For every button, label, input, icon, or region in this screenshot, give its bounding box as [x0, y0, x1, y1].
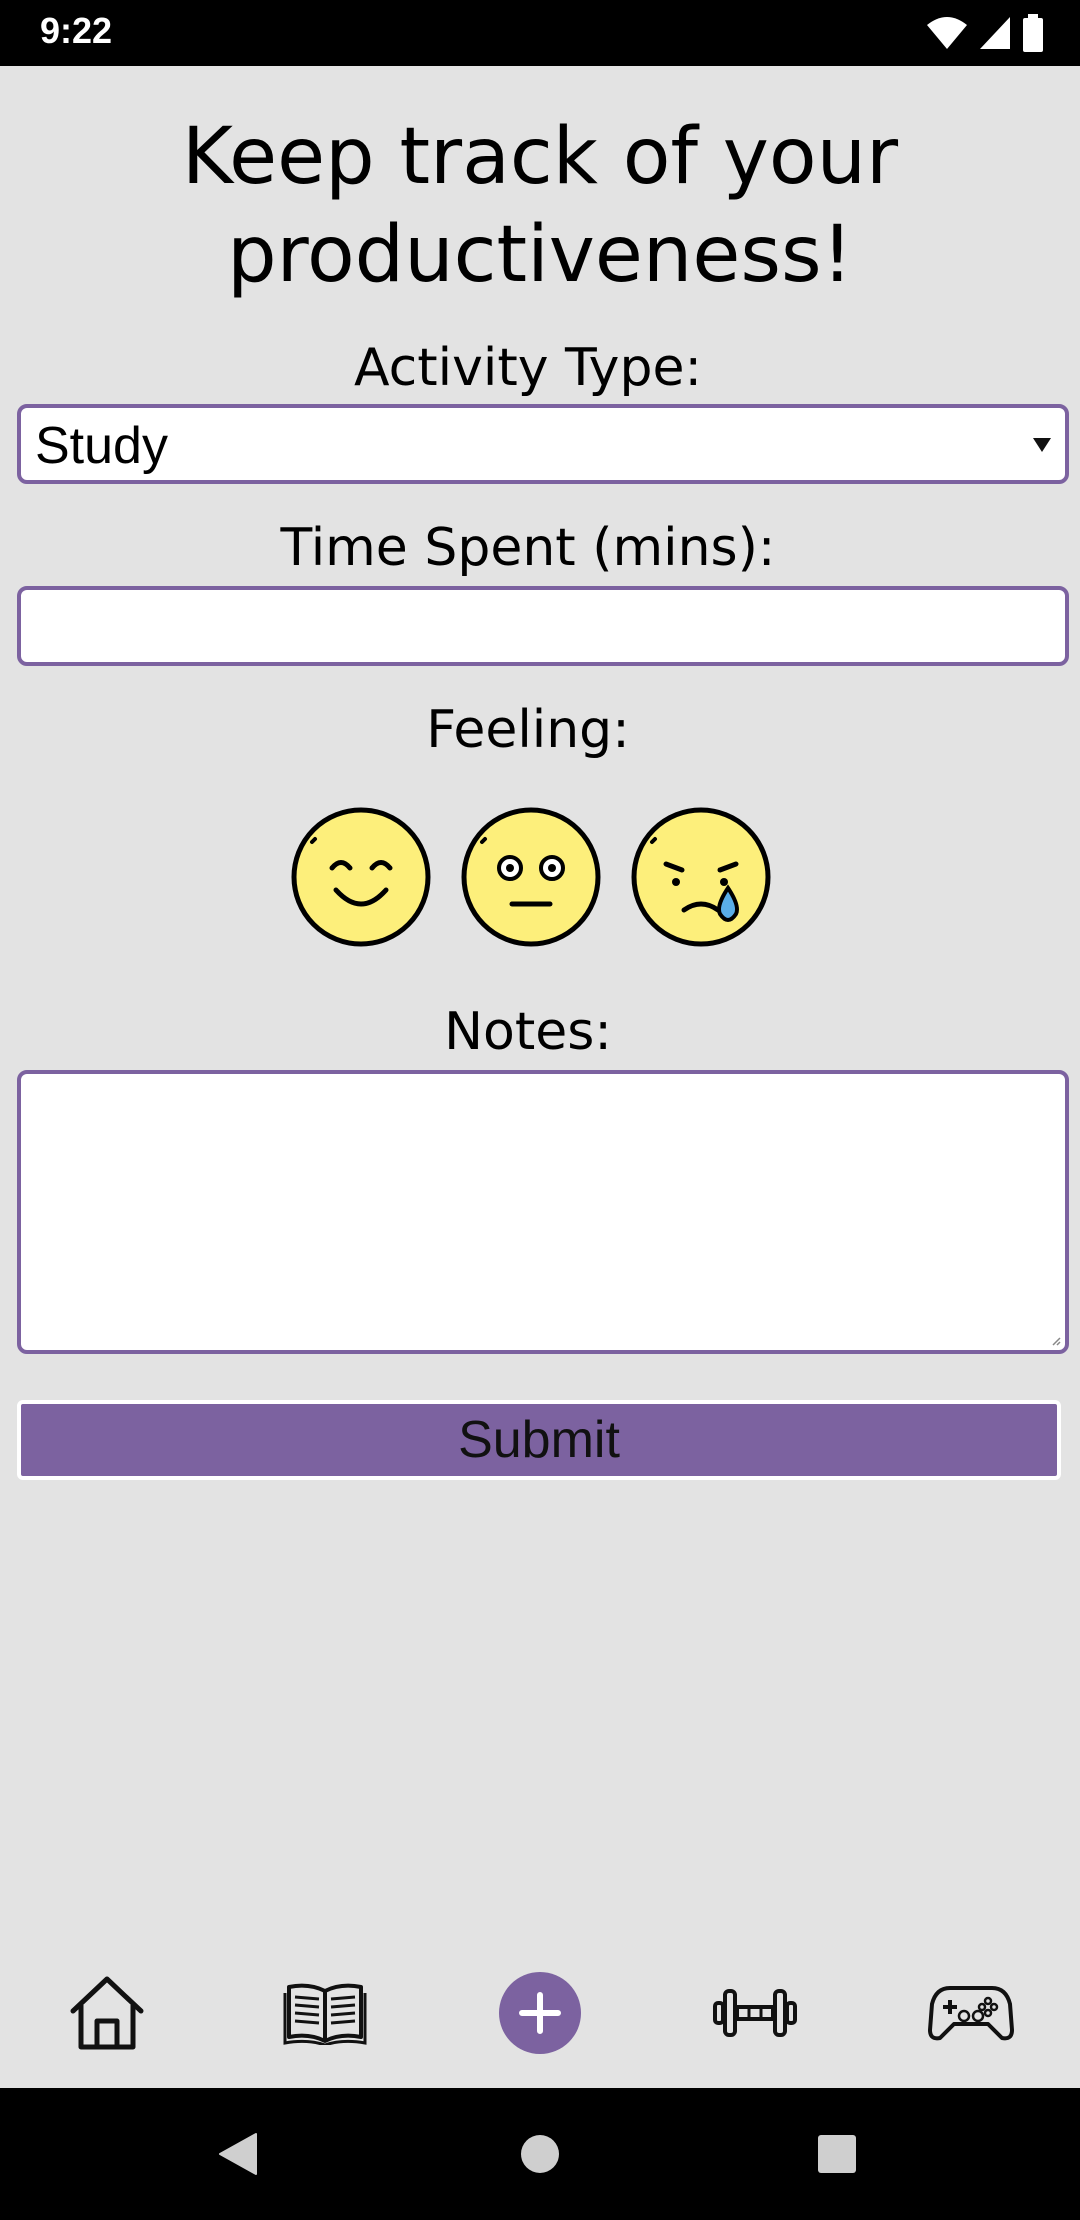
nav-home[interactable] [52, 1958, 162, 2068]
nav-games[interactable] [916, 1958, 1026, 2068]
status-time: 9:22 [40, 10, 113, 51]
bottom-nav [0, 1958, 1080, 2088]
book-icon [283, 1983, 367, 2045]
time-spent-input[interactable] [17, 586, 1069, 666]
neutral-face-icon[interactable] [460, 806, 602, 948]
activity-type-select[interactable]: Study [17, 404, 1069, 484]
recents-icon[interactable] [817, 2134, 857, 2174]
resize-grip-icon[interactable] [1051, 1336, 1061, 1346]
nav-add[interactable] [485, 1958, 595, 2068]
time-spent-label: Time Spent (mins): [280, 518, 776, 578]
submit-button[interactable]: Submit [17, 1400, 1061, 1480]
feeling-options [290, 806, 780, 948]
wifi-icon [927, 17, 967, 49]
dumbbell-icon [713, 1989, 797, 2037]
happy-face-icon[interactable] [290, 806, 432, 948]
status-bar: 9:22 [0, 0, 1080, 66]
battery-icon [1023, 14, 1043, 52]
sad-crying-face-icon[interactable] [630, 806, 772, 948]
page-title: Keep track of your productiveness! [181, 112, 899, 300]
android-nav-bar [0, 2088, 1080, 2220]
notes-label: Notes: [444, 1002, 612, 1062]
nav-fitness[interactable] [700, 1958, 810, 2068]
add-icon [499, 1972, 581, 2054]
home-circle-icon[interactable] [520, 2134, 560, 2174]
home-icon [70, 1976, 144, 2050]
cell-signal-icon [980, 17, 1010, 49]
gamepad-icon [928, 1986, 1014, 2041]
notes-textarea[interactable] [17, 1070, 1069, 1354]
activity-type-value: Study [35, 417, 168, 475]
status-icons [926, 14, 1044, 52]
back-icon[interactable] [218, 2132, 258, 2176]
activity-type-label: Activity Type: [354, 338, 702, 398]
chevron-down-icon [1033, 438, 1051, 452]
feeling-label: Feeling: [426, 700, 630, 760]
nav-study[interactable] [270, 1958, 380, 2068]
